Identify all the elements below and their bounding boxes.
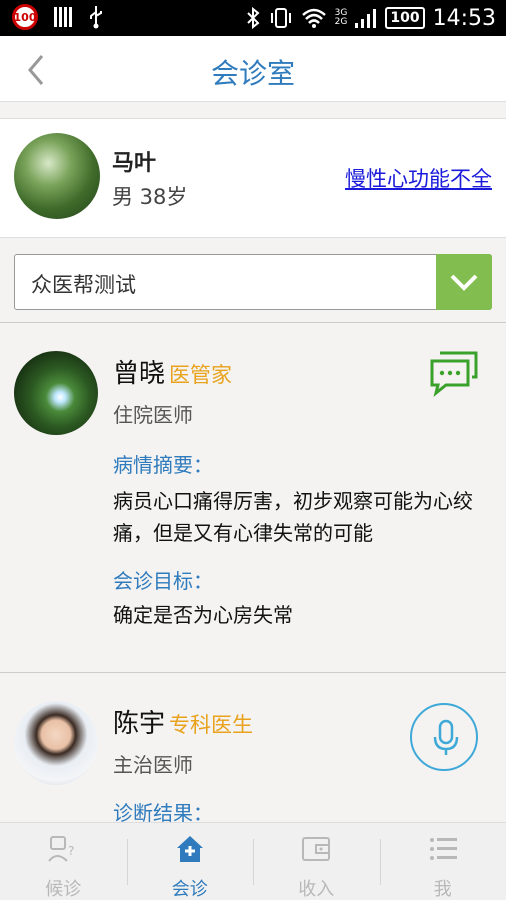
wifi-icon — [301, 8, 326, 28]
doctor-role-badge: 专科医生 — [169, 713, 254, 737]
diagnosis-link[interactable]: 慢性心功能不全 — [345, 163, 492, 193]
group-dropdown[interactable]: 众医帮测试 — [14, 254, 492, 310]
doctor-avatar[interactable] — [14, 701, 98, 785]
bluetooth-icon — [246, 6, 260, 30]
cell-signal-icon — [355, 9, 377, 28]
doctor-name: 陈宇 — [113, 709, 166, 739]
patient-gender-age: 男 38岁 — [112, 185, 188, 209]
doctor-name-line: 曾晓 医管家 — [113, 353, 232, 390]
doctor-card: 曾晓 医管家 住院医师 病情摘要： 病员心口痛得厉害，初步观察可能为心绞痛，但是又… — [0, 322, 506, 672]
doctor-name-line: 陈宇 专科医生 — [113, 703, 253, 740]
tab-label: 我 — [433, 879, 452, 900]
notification-badge-icon: 100 — [12, 4, 38, 30]
goal-label: 会诊目标： — [113, 569, 213, 593]
tab-label: 候诊 — [45, 879, 82, 900]
status-bar: 100 3G 2G 100 14:53 — [0, 0, 506, 36]
chat-icon — [430, 351, 478, 397]
waiting-doctor-icon: ? — [48, 836, 75, 862]
doctor-title: 主治医师 — [113, 753, 193, 777]
consult-home-icon — [176, 836, 203, 862]
tab-label: 收入 — [298, 879, 335, 900]
doctor-role-badge: 医管家 — [169, 363, 233, 387]
tab-consult[interactable]: 会诊 — [126, 823, 254, 900]
tab-me[interactable]: 我 — [379, 823, 506, 900]
patient-avatar[interactable] — [14, 133, 100, 219]
patient-card: 马叶 男 38岁 慢性心功能不全 — [0, 118, 506, 238]
patient-name: 马叶 — [112, 151, 157, 176]
summary-label: 病情摘要： — [113, 453, 213, 477]
summary-text: 病员心口痛得厉害，初步观察可能为心绞痛，但是又有心律失常的可能 — [113, 489, 473, 545]
tab-label: 会诊 — [171, 879, 208, 900]
signal-bars-icon — [54, 7, 72, 27]
bottom-tab-bar: ? 候诊 会诊 收入 我 — [0, 822, 506, 900]
microphone-icon — [433, 719, 459, 755]
group-dropdown-value: 众医帮测试 — [31, 273, 136, 297]
goal-text: 确定是否为心房失常 — [113, 603, 293, 627]
clock: 14:53 — [432, 5, 496, 31]
list-menu-icon — [429, 838, 457, 860]
page-title: 会诊室 — [210, 57, 295, 90]
doctor-name: 曾晓 — [113, 359, 166, 389]
usb-icon — [90, 6, 102, 29]
doctor-avatar[interactable] — [14, 351, 98, 435]
battery-icon: 100 — [385, 7, 425, 29]
tab-income[interactable]: 收入 — [253, 823, 380, 900]
network-type: 3G 2G — [334, 8, 348, 27]
chat-button[interactable] — [428, 349, 480, 397]
doctor-title: 住院医师 — [113, 403, 193, 427]
chevron-down-icon — [450, 274, 478, 291]
voice-button[interactable] — [410, 703, 478, 771]
svg-text:?: ? — [68, 844, 74, 858]
vibrate-icon — [270, 8, 291, 28]
tab-waiting[interactable]: ? 候诊 — [0, 823, 127, 900]
app-header: 会诊室 — [0, 36, 506, 102]
wallet-icon — [302, 837, 331, 861]
doctor-card: 陈宇 专科医生 主治医师 诊断结果： — [0, 672, 506, 832]
dropdown-toggle-button[interactable] — [436, 254, 492, 310]
